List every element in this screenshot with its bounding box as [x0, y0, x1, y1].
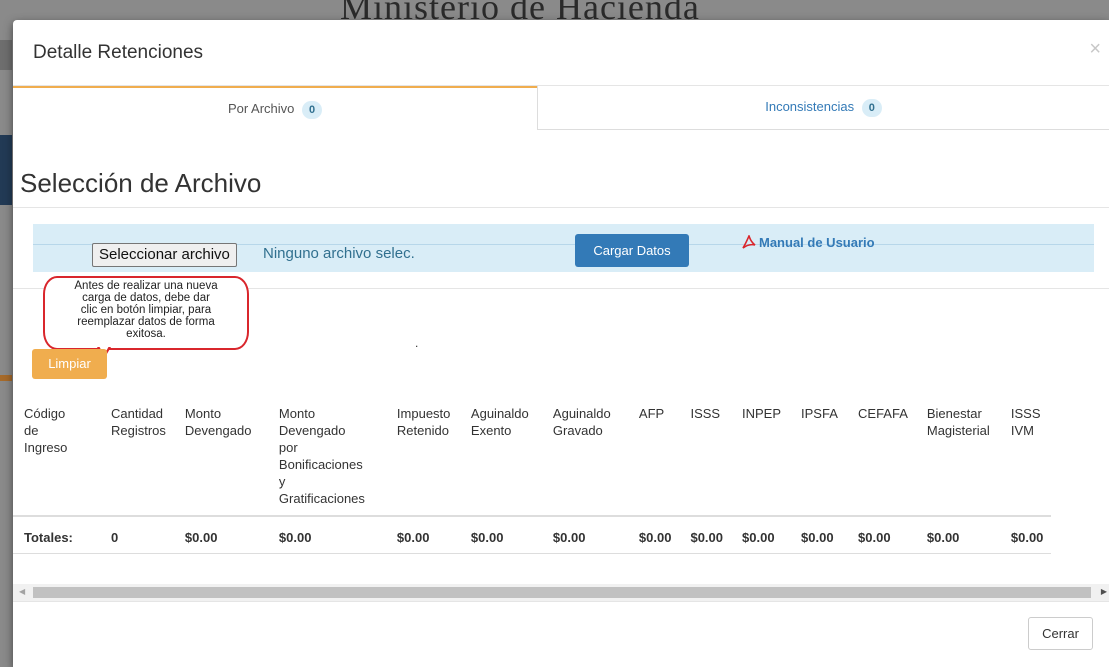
clear-button[interactable]: Limpiar — [32, 349, 107, 379]
section-title: Selección de Archivo — [20, 168, 262, 198]
column-header-line: IPSFA — [801, 406, 838, 421]
column-header: ISSS IVM — [999, 393, 1052, 517]
column-header-line: Bienestar — [926, 406, 982, 421]
user-manual-link[interactable]: Manual de Usuario — [741, 234, 875, 250]
total-cell: $0.00 — [915, 516, 1000, 554]
column-header: Bienestar Magisterial — [915, 393, 1000, 517]
column-header-line: ISSS — [1010, 406, 1041, 421]
tab-por-archivo[interactable]: Por Archivo 0 — [13, 86, 537, 130]
upload-panel: Seleccionar archivo Ninguno archivo sele… — [33, 224, 1094, 272]
close-button[interactable]: Cerrar — [1028, 617, 1093, 650]
column-header-line: Registros — [111, 423, 166, 438]
detalle-retenciones-modal: Detalle Retenciones × Por Archivo 0 Inco… — [13, 20, 1109, 667]
callout-line: carga de datos, debe dar — [82, 292, 210, 304]
background-strip — [0, 135, 12, 205]
user-manual-label: Manual de Usuario — [759, 235, 875, 250]
scroll-left-icon[interactable]: ◀ — [19, 587, 25, 596]
tab-bar: Por Archivo 0 Inconsistencias 0 — [13, 86, 1109, 130]
total-cell: $0.00 — [459, 516, 542, 554]
column-header-line: Impuesto — [396, 406, 451, 421]
clear-hint-callout: Antes de realizar una nueva carga de dat… — [43, 276, 249, 350]
totals-label: Totales: — [13, 516, 100, 554]
modal-footer: Cerrar — [13, 601, 1109, 667]
tab-label: Inconsistencias — [765, 99, 855, 114]
column-header-line: CEFAFA — [858, 406, 908, 421]
column-header-line: IVM — [1010, 423, 1034, 438]
column-header-line: Cantidad — [111, 406, 164, 421]
column-header: Aguinaldo Exento — [459, 393, 542, 517]
totals-row: Totales: 0 $0.00 $0.00 $0.00 $0.00 $0.00 $0.00 $… — [13, 516, 1052, 554]
modal-header: Detalle Retenciones × — [13, 20, 1109, 86]
column-header-line: Ingreso — [24, 440, 68, 455]
divider — [13, 207, 1109, 208]
callout-line: exitosa. — [126, 328, 166, 340]
column-header-line: Monto — [184, 406, 222, 421]
stray-dot: . — [415, 336, 419, 350]
column-header-line: de — [24, 423, 39, 438]
callout-line: clic en botón limpiar, para — [80, 304, 212, 316]
column-header-line: y — [278, 474, 286, 489]
column-header-line: Exento — [470, 423, 512, 438]
background-strip — [0, 40, 12, 70]
column-header-line: Monto — [278, 406, 316, 421]
column-header-line: Aguinaldo — [552, 406, 611, 421]
total-cell: $0.00 — [679, 516, 732, 554]
column-header-line: Magisterial — [926, 423, 990, 438]
close-icon[interactable]: × — [1089, 38, 1101, 61]
column-header: INPEP — [731, 393, 791, 517]
column-header: AFP — [627, 393, 680, 517]
horizontal-scrollbar[interactable]: ◀ ▶ — [13, 584, 1109, 601]
total-cell: 0 — [100, 516, 174, 554]
column-header-line: Aguinaldo — [470, 406, 529, 421]
column-header: IPSFA — [790, 393, 848, 517]
file-status: Ninguno archivo selec. — [263, 245, 415, 262]
total-cell: $0.00 — [385, 516, 460, 554]
column-header-line: ISSS — [690, 406, 721, 421]
scrollbar-thumb[interactable] — [33, 587, 1091, 598]
callout-line: Antes de realizar una nueva — [74, 280, 218, 292]
column-header-line: por — [278, 440, 298, 455]
column-header: Impuesto Retenido — [385, 393, 460, 517]
column-header: Cantidad Registros — [100, 393, 174, 517]
total-cell: $0.00 — [173, 516, 268, 554]
tab-inconsistencias[interactable]: Inconsistencias 0 — [537, 86, 1109, 130]
total-cell: $0.00 — [627, 516, 680, 554]
total-cell: $0.00 — [999, 516, 1052, 554]
column-header-line: Gratificaciones — [278, 491, 365, 506]
column-header-line: Retenido — [396, 423, 449, 438]
column-header-line: AFP — [638, 406, 665, 421]
column-header: CEFAFA — [847, 393, 916, 517]
total-cell: $0.00 — [731, 516, 791, 554]
tab-label: Por Archivo — [227, 101, 295, 116]
scroll-right-icon[interactable]: ▶ — [1101, 587, 1107, 596]
column-header: Aguinaldo Gravado — [541, 393, 628, 517]
column-header: Monto Devengado — [173, 393, 268, 517]
total-cell: $0.00 — [541, 516, 628, 554]
pdf-icon — [741, 234, 757, 250]
tab-badge: 0 — [861, 99, 882, 117]
column-header-line: Código — [24, 406, 66, 421]
column-header-line: Devengado — [278, 423, 346, 438]
total-cell: $0.00 — [267, 516, 386, 554]
callout-line: reemplazar datos de forma — [77, 316, 215, 328]
column-header-line: Bonificaciones — [278, 457, 363, 472]
background-strip — [0, 375, 12, 381]
column-header-line: INPEP — [742, 406, 782, 421]
column-header-line: Devengado — [184, 423, 252, 438]
tab-badge: 0 — [302, 101, 323, 119]
total-cell: $0.00 — [790, 516, 848, 554]
column-header: Monto Devengado por Bonificaciones y Gratific… — [267, 393, 386, 517]
select-file-button[interactable]: Seleccionar archivo — [92, 243, 237, 267]
modal-title: Detalle Retenciones — [33, 42, 204, 63]
table-header-row: Código de Ingreso Cantidad Registros Monto Dev… — [13, 393, 1052, 517]
total-cell: $0.00 — [847, 516, 916, 554]
column-header-line: Gravado — [552, 423, 603, 438]
retenciones-table: Código de Ingreso Cantidad Registros Monto Dev… — [13, 393, 1052, 554]
column-header: Código de Ingreso — [13, 393, 100, 517]
load-data-button[interactable]: Cargar Datos — [575, 234, 689, 267]
column-header: ISSS — [679, 393, 732, 517]
